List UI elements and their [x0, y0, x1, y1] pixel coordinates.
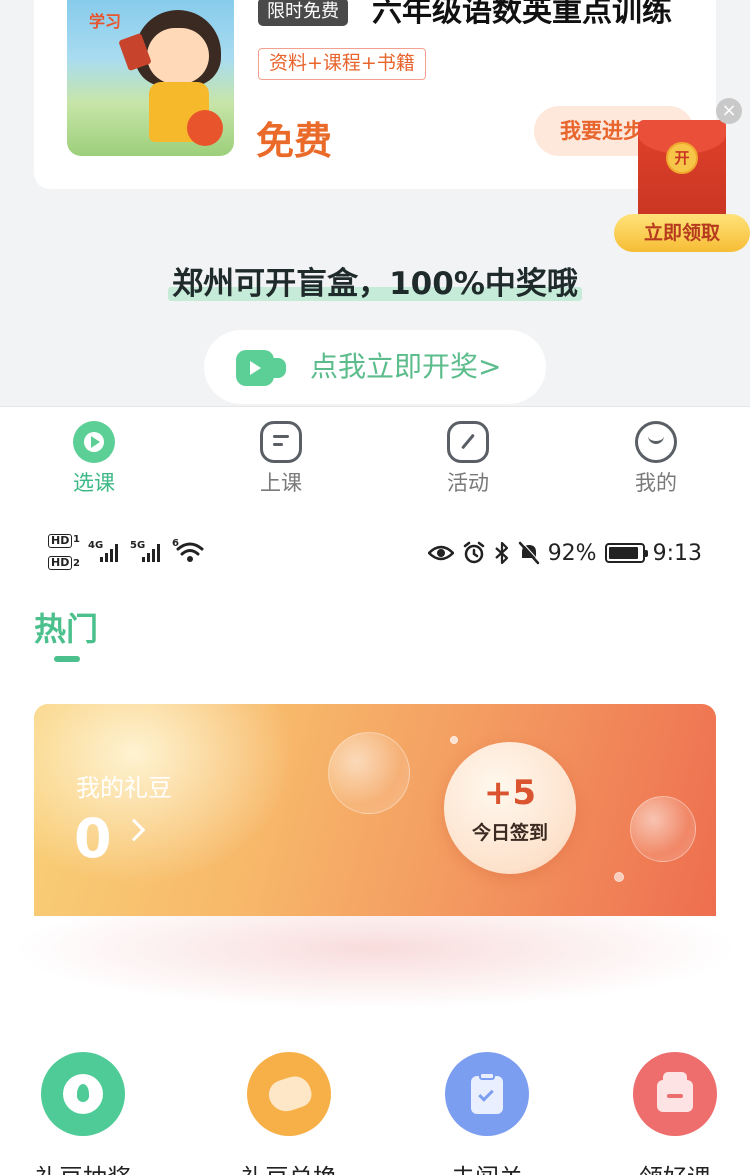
tab-activity[interactable]: 活动: [408, 421, 528, 497]
top-section: 学习 限时免费 六年级语数英重点训练 资料+课程+书籍 免费 我要进步 开 × …: [0, 0, 750, 406]
red-packet-icon[interactable]: 开: [638, 120, 726, 220]
cover-tag: 学习: [89, 12, 122, 31]
claim-now-button[interactable]: 立即领取: [614, 214, 750, 252]
tab-label: 活动: [447, 471, 489, 495]
tab-label: 选课: [73, 471, 115, 495]
play-icon: [73, 421, 115, 463]
red-packet-widget[interactable]: 开 × 立即领取: [614, 96, 750, 254]
course-price: 免费: [256, 119, 333, 163]
hd1-indicator: HD: [48, 534, 73, 548]
bell-muted-icon: [518, 541, 540, 565]
points-card[interactable]: 我的礼豆 0 +5 今日签到: [34, 704, 716, 916]
drop-icon: [41, 1052, 125, 1136]
wifi-icon: [176, 542, 204, 562]
feature-lottery[interactable]: 礼豆抽奖: [8, 1052, 158, 1175]
checkin-label: 今日签到: [471, 822, 548, 844]
bluetooth-icon: [494, 541, 508, 565]
hd2-sub: 2: [73, 558, 80, 569]
tab-label: 我的: [635, 471, 677, 495]
profile-icon: [635, 421, 677, 463]
draw-prize-button[interactable]: 点我立即开奖>: [204, 330, 546, 404]
points-label: 我的礼豆: [76, 774, 172, 802]
close-icon[interactable]: ×: [716, 98, 742, 124]
course-cover-image[interactable]: 学习: [67, 0, 234, 156]
signal-bars-icon: [100, 542, 118, 562]
decorative-bubble: [614, 872, 624, 882]
promo-text: 郑州可开盲盒，100%中奖哦: [168, 258, 582, 303]
hot-tab-underline: [54, 656, 80, 662]
feature-exchange[interactable]: 礼豆兑换: [214, 1052, 364, 1175]
alarm-icon: [463, 541, 484, 564]
battery-percent: 92%: [547, 540, 597, 566]
gift-icon: [633, 1052, 717, 1136]
girl-illustration-face: [147, 28, 209, 84]
feature-get-course[interactable]: 领好课: [600, 1052, 750, 1175]
course-tags: 资料+课程+书籍: [258, 48, 426, 80]
signal-bars-icon: [142, 542, 160, 562]
video-camera-icon: [236, 350, 288, 386]
free-badge: 限时免费: [258, 0, 348, 26]
tab-courses[interactable]: 选课: [34, 421, 154, 497]
battery-fill: [608, 547, 639, 559]
points-value[interactable]: 0: [74, 806, 112, 872]
status-icons: 92% 9:13: [427, 538, 702, 568]
hot-tab-heading[interactable]: 热门: [34, 604, 98, 650]
clock-time: 9:13: [652, 540, 702, 566]
feature-challenge[interactable]: 去闯关: [412, 1052, 562, 1175]
draw-prize-label: 点我立即开奖>: [310, 350, 502, 383]
hd2-indicator: HD: [48, 556, 73, 570]
decorative-bubble: [630, 796, 696, 862]
girl-illustration-leg: [187, 110, 223, 146]
feature-label: 礼豆抽奖: [8, 1158, 158, 1175]
checkin-value: +5: [483, 773, 537, 813]
decorative-bubble: [328, 732, 410, 814]
feature-label: 礼豆兑换: [214, 1158, 364, 1175]
tab-class[interactable]: 上课: [221, 421, 341, 497]
hd1-sub: 1: [73, 534, 80, 545]
activity-icon: [447, 421, 489, 463]
tab-label: 上课: [260, 471, 302, 495]
promo-banner: 郑州可开盲盒，100%中奖哦: [0, 258, 750, 303]
daily-checkin-button[interactable]: +5 今日签到: [444, 742, 576, 874]
eye-icon: [427, 545, 454, 561]
status-bar: HD 1 HD 2 4G 5G 6 92% 9:13: [0, 530, 750, 576]
card-shadow: [0, 916, 750, 1026]
bean-icon: [247, 1052, 331, 1136]
tab-profile[interactable]: 我的: [596, 421, 716, 497]
course-title[interactable]: 六年级语数英重点训练: [372, 0, 682, 32]
class-icon: [260, 421, 302, 463]
promo-text-label: 郑州可开盲盒，100%中奖哦: [172, 266, 578, 302]
battery-icon: [604, 543, 648, 563]
feature-label: 领好课: [600, 1158, 750, 1175]
clipboard-icon: [445, 1052, 529, 1136]
bottom-tab-bar: 选课 上课 活动 我的: [0, 406, 750, 516]
red-packet-coin: 开: [666, 142, 698, 174]
decorative-bubble: [450, 736, 458, 744]
feature-label: 去闯关: [412, 1158, 562, 1175]
